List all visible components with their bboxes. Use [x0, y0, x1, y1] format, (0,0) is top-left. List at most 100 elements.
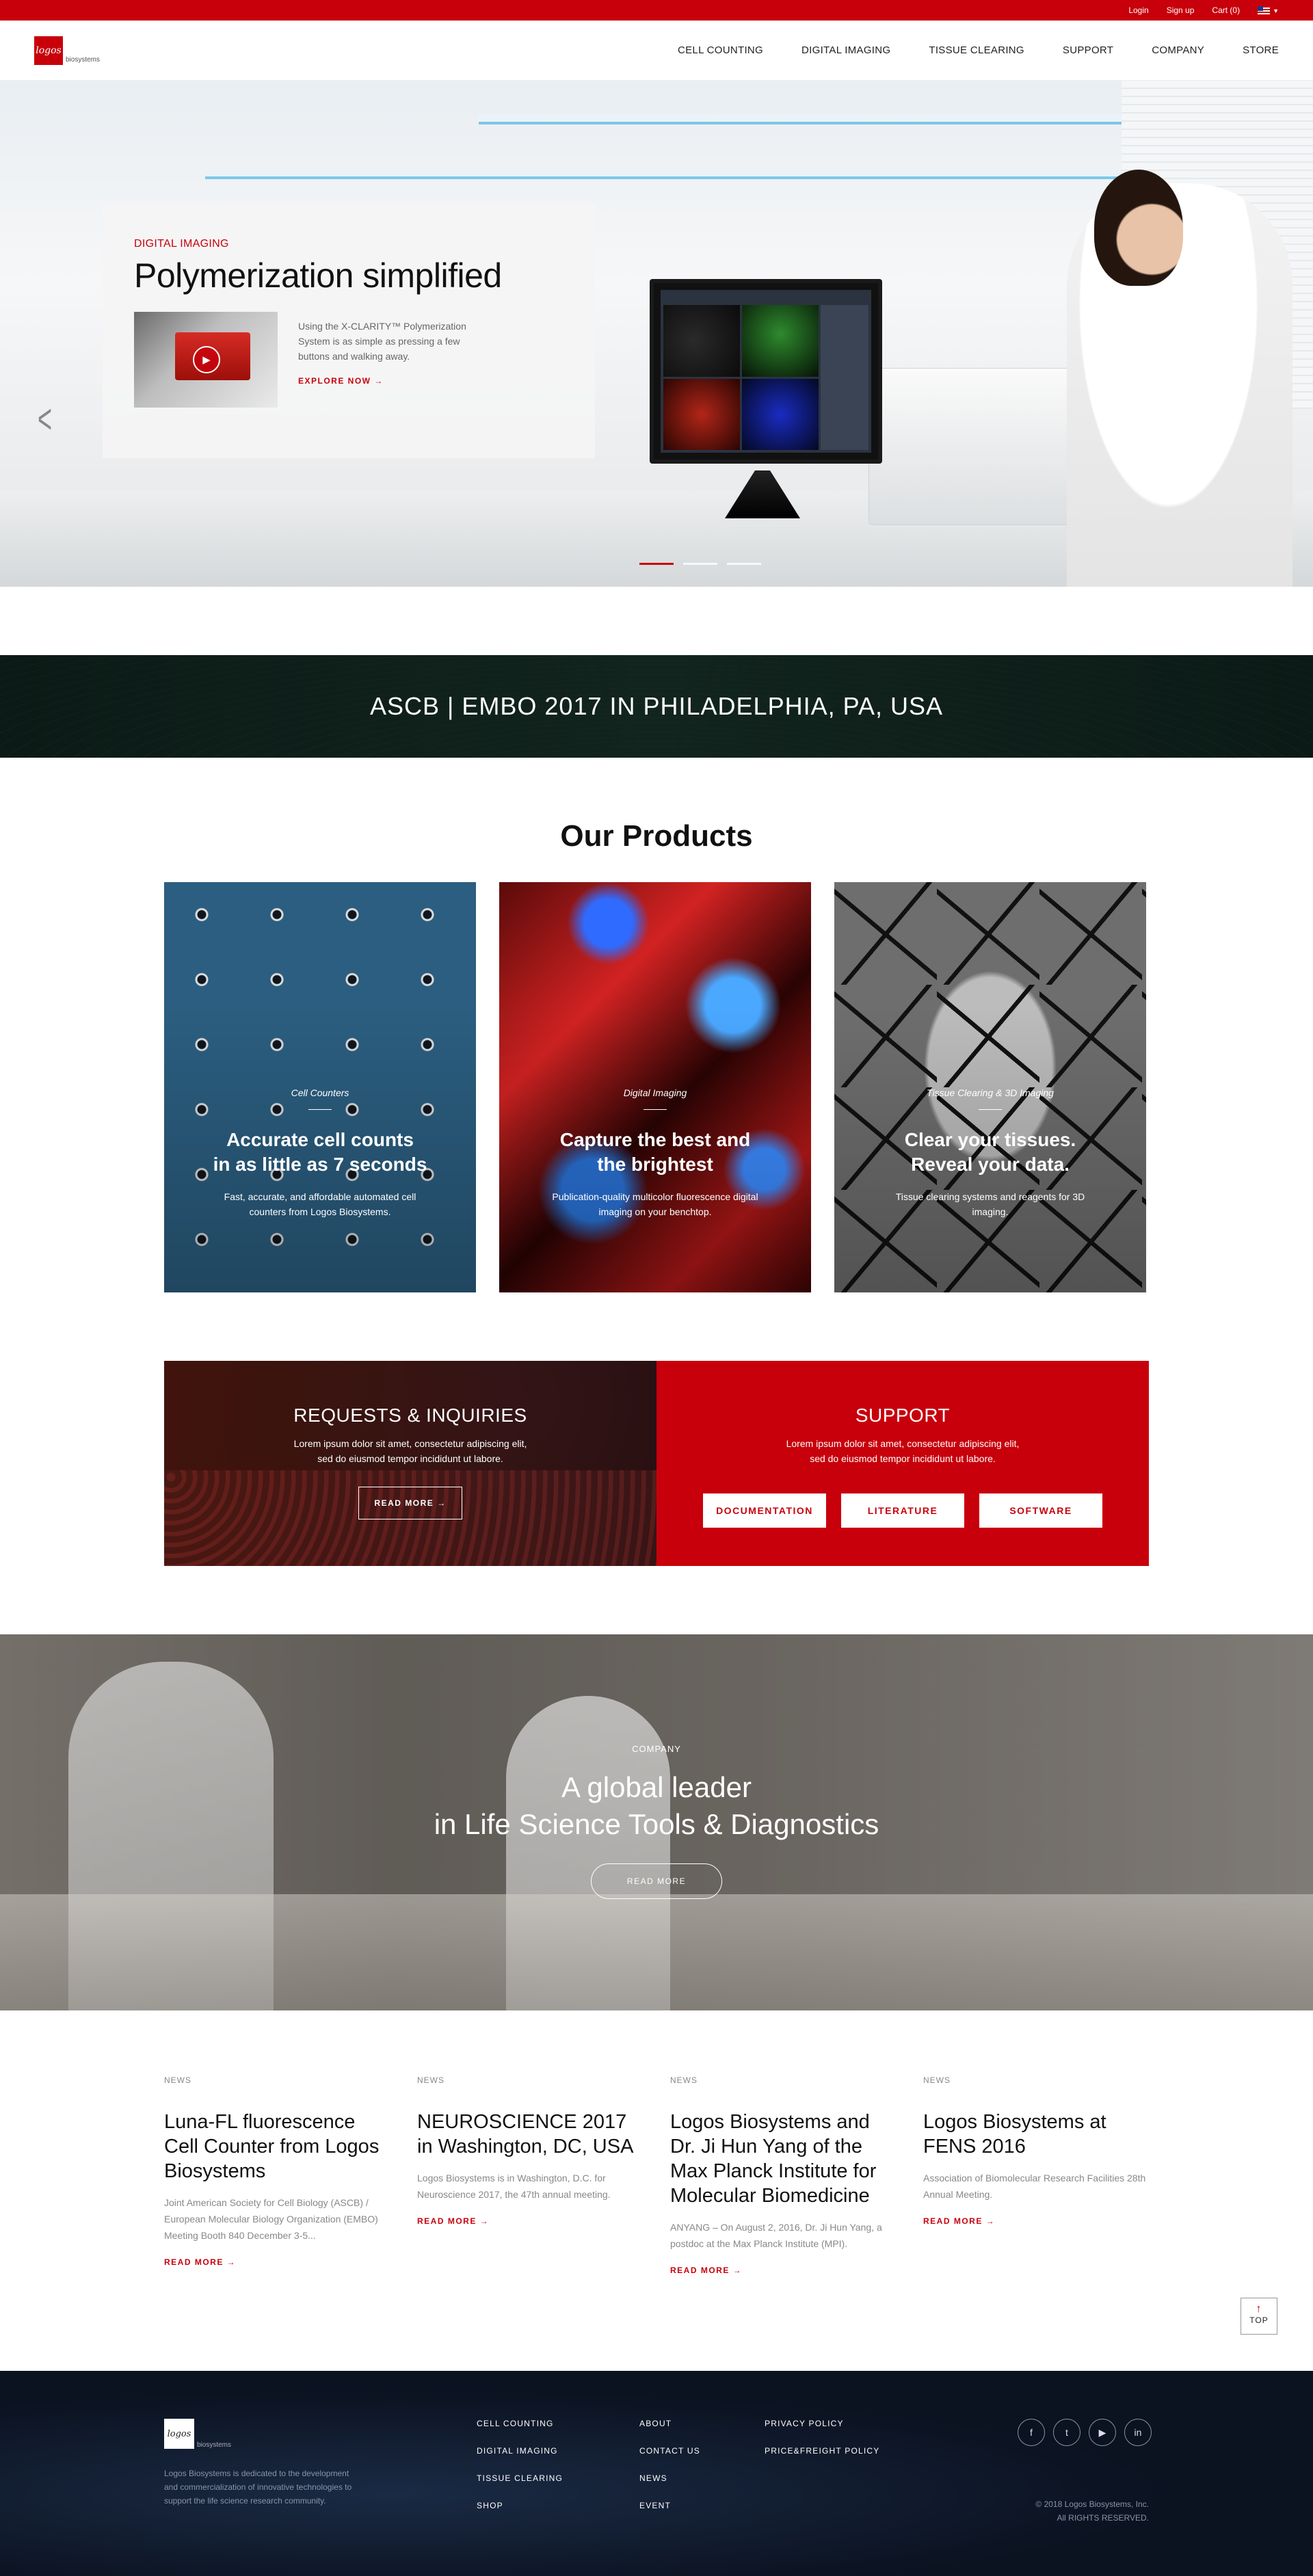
- nav-digital-imaging[interactable]: DIGITAL IMAGING: [782, 44, 910, 56]
- copyright: © 2018 Logos Biosystems, Inc. All RIGHTS…: [1035, 2497, 1149, 2525]
- news-title[interactable]: Logos Biosystems at FENS 2016: [923, 2110, 1152, 2159]
- copyright-line: All RIGHTS RESERVED.: [1057, 2513, 1149, 2523]
- news-read-more-link[interactable]: READ MORE →: [417, 2216, 489, 2226]
- footer-logo-mark: logos: [164, 2419, 194, 2449]
- lab-shelf: [205, 170, 1122, 179]
- nav-company[interactable]: COMPANY: [1132, 44, 1223, 56]
- news-item: NEWS Logos Biosystems at FENS 2016 Assoc…: [923, 2075, 1176, 2276]
- product-description: Fast, accurate, and affordable automated…: [224, 1191, 416, 1217]
- news-tag: NEWS: [923, 2075, 951, 2085]
- requests-panel: REQUESTS & INQUIRIES Lorem ipsum dolor s…: [164, 1361, 656, 1566]
- back-to-top-label: TOP: [1249, 2315, 1269, 2325]
- footer-link-event[interactable]: EVENT: [639, 2501, 700, 2510]
- product-card-tissue-clearing[interactable]: Tissue Clearing & 3D Imaging Clear your …: [834, 882, 1146, 1292]
- logo[interactable]: logos biosystems: [34, 36, 100, 65]
- arrow-up-icon: ↑: [1256, 2303, 1262, 2315]
- login-link[interactable]: Login: [1128, 5, 1148, 15]
- company-title: in Life Science Tools & Diagnostics: [434, 1808, 879, 1840]
- play-icon[interactable]: ▶: [193, 346, 220, 373]
- news-read-more-link[interactable]: READ MORE →: [670, 2266, 742, 2275]
- requests-read-more-button[interactable]: READ MORE →: [358, 1487, 462, 1519]
- chevron-left-icon[interactable]: <: [38, 395, 52, 442]
- news-title[interactable]: Luna-FL fluorescence Cell Counter from L…: [164, 2110, 393, 2183]
- nav-support[interactable]: SUPPORT: [1044, 44, 1132, 56]
- logo-subtitle: biosystems: [66, 55, 101, 64]
- scientist-figure: [1067, 170, 1292, 587]
- slider-dot[interactable]: [727, 563, 761, 565]
- back-to-top-button[interactable]: ↑ TOP: [1241, 2298, 1277, 2335]
- company-read-more-button[interactable]: READ MORE: [590, 1863, 723, 1899]
- nav-tissue-clearing[interactable]: TISSUE CLEARING: [910, 44, 1044, 56]
- product-card-cell-counters[interactable]: Cell Counters Accurate cell counts in as …: [164, 882, 476, 1292]
- footer-logo[interactable]: logos biosystems: [164, 2419, 231, 2449]
- youtube-icon[interactable]: ▶: [1089, 2419, 1116, 2446]
- footer-link-privacy[interactable]: PRIVACY POLICY: [765, 2419, 879, 2428]
- site-footer: logos biosystems Logos Biosystems is ded…: [0, 2371, 1313, 2576]
- product-title: Reveal your data.: [911, 1154, 1070, 1175]
- footer-company-links: ABOUT CONTACT US NEWS EVENT: [639, 2419, 700, 2528]
- utility-bar: Login Sign up Cart (0) ▼: [0, 0, 1313, 21]
- support-text: Lorem ipsum dolor sit amet, consectetur …: [786, 1438, 1020, 1464]
- footer-link-tissue-clearing[interactable]: TISSUE CLEARING: [477, 2473, 563, 2483]
- news-item: NEWS Luna-FL fluorescence Cell Counter f…: [164, 2075, 417, 2276]
- product-category: Digital Imaging: [623, 1087, 687, 1098]
- facebook-icon[interactable]: f: [1018, 2419, 1045, 2446]
- product-title: Capture the best and: [559, 1129, 751, 1150]
- footer-link-cell-counting[interactable]: CELL COUNTING: [477, 2419, 563, 2428]
- footer-link-digital-imaging[interactable]: DIGITAL IMAGING: [477, 2446, 563, 2456]
- product-title: the brightest: [597, 1154, 713, 1175]
- twitter-icon[interactable]: t: [1053, 2419, 1080, 2446]
- software-button[interactable]: SOFTWARE: [979, 1493, 1102, 1528]
- news-excerpt: Joint American Society for Cell Biology …: [164, 2197, 378, 2241]
- literature-button[interactable]: LITERATURE: [841, 1493, 964, 1528]
- signup-link[interactable]: Sign up: [1167, 5, 1195, 15]
- us-flag-icon: [1258, 5, 1271, 14]
- product-title: Clear your tissues.: [904, 1129, 1076, 1150]
- requests-support-panel: REQUESTS & INQUIRIES Lorem ipsum dolor s…: [164, 1361, 1149, 1566]
- copyright-line: © 2018 Logos Biosystems, Inc.: [1035, 2499, 1149, 2509]
- hero-description: Using the X-CLARITY™ Polymerization Syst…: [298, 321, 466, 362]
- news-title[interactable]: NEUROSCIENCE 2017 in Washington, DC, USA: [417, 2110, 646, 2159]
- requests-title: REQUESTS & INQUIRIES: [293, 1405, 527, 1426]
- news-tag: NEWS: [164, 2075, 191, 2085]
- footer-policy-links: PRIVACY POLICY PRICE&FREIGHT POLICY: [765, 2419, 879, 2473]
- language-selector[interactable]: ▼: [1258, 4, 1279, 16]
- footer-link-news[interactable]: NEWS: [639, 2473, 700, 2483]
- nav-store[interactable]: STORE: [1223, 44, 1279, 56]
- footer-link-about[interactable]: ABOUT: [639, 2419, 700, 2428]
- footer-products-links: CELL COUNTING DIGITAL IMAGING TISSUE CLE…: [477, 2419, 563, 2528]
- main-nav: CELL COUNTING DIGITAL IMAGING TISSUE CLE…: [659, 44, 1279, 56]
- site-header: logos biosystems CELL COUNTING DIGITAL I…: [0, 21, 1313, 81]
- support-title: SUPPORT: [855, 1405, 951, 1426]
- news-read-more-link[interactable]: READ MORE →: [164, 2257, 236, 2267]
- product-category: Cell Counters: [291, 1087, 349, 1098]
- footer-link-contact[interactable]: CONTACT US: [639, 2446, 700, 2456]
- product-description: Tissue clearing systems and reagents for…: [895, 1191, 1085, 1217]
- event-banner[interactable]: ASCB | EMBO 2017 IN PHILADELPHIA, PA, US…: [0, 655, 1313, 758]
- product-category: Tissue Clearing & 3D Imaging: [927, 1087, 1054, 1098]
- company-title: A global leader: [561, 1771, 752, 1803]
- explore-now-link[interactable]: EXPLORE NOW →: [298, 376, 384, 386]
- news-title[interactable]: Logos Biosystems and Dr. Ji Hun Yang of …: [670, 2110, 899, 2208]
- social-links: f t ▶ in: [1018, 2419, 1152, 2446]
- news-read-more-link[interactable]: READ MORE →: [923, 2216, 995, 2226]
- documentation-button[interactable]: DOCUMENTATION: [703, 1493, 826, 1528]
- product-title: Accurate cell counts: [226, 1129, 414, 1150]
- linkedin-icon[interactable]: in: [1124, 2419, 1152, 2446]
- hero-slider: DIGITAL IMAGING Polymerization simplifie…: [0, 81, 1313, 587]
- product-card-digital-imaging[interactable]: Digital Imaging Capture the best and the …: [499, 882, 811, 1292]
- hero-video-thumbnail[interactable]: ▶: [134, 312, 278, 408]
- footer-link-price-freight[interactable]: PRICE&FREIGHT POLICY: [765, 2446, 879, 2456]
- slider-dot[interactable]: [639, 563, 674, 565]
- event-banner-text: ASCB | EMBO 2017 IN PHILADELPHIA, PA, US…: [370, 692, 943, 720]
- company-eyebrow: COMPANY: [632, 1744, 681, 1754]
- slider-dot[interactable]: [683, 563, 717, 565]
- news-excerpt: Logos Biosystems is in Washington, D.C. …: [417, 2173, 611, 2200]
- nav-cell-counting[interactable]: CELL COUNTING: [659, 44, 782, 56]
- footer-link-shop[interactable]: SHOP: [477, 2501, 563, 2510]
- lab-shelf: [479, 115, 1122, 124]
- hero-eyebrow: DIGITAL IMAGING: [134, 238, 229, 250]
- news-excerpt: Association of Biomolecular Research Fac…: [923, 2173, 1146, 2200]
- cart-link[interactable]: Cart (0): [1212, 5, 1240, 15]
- support-panel: SUPPORT Lorem ipsum dolor sit amet, cons…: [656, 1361, 1149, 1566]
